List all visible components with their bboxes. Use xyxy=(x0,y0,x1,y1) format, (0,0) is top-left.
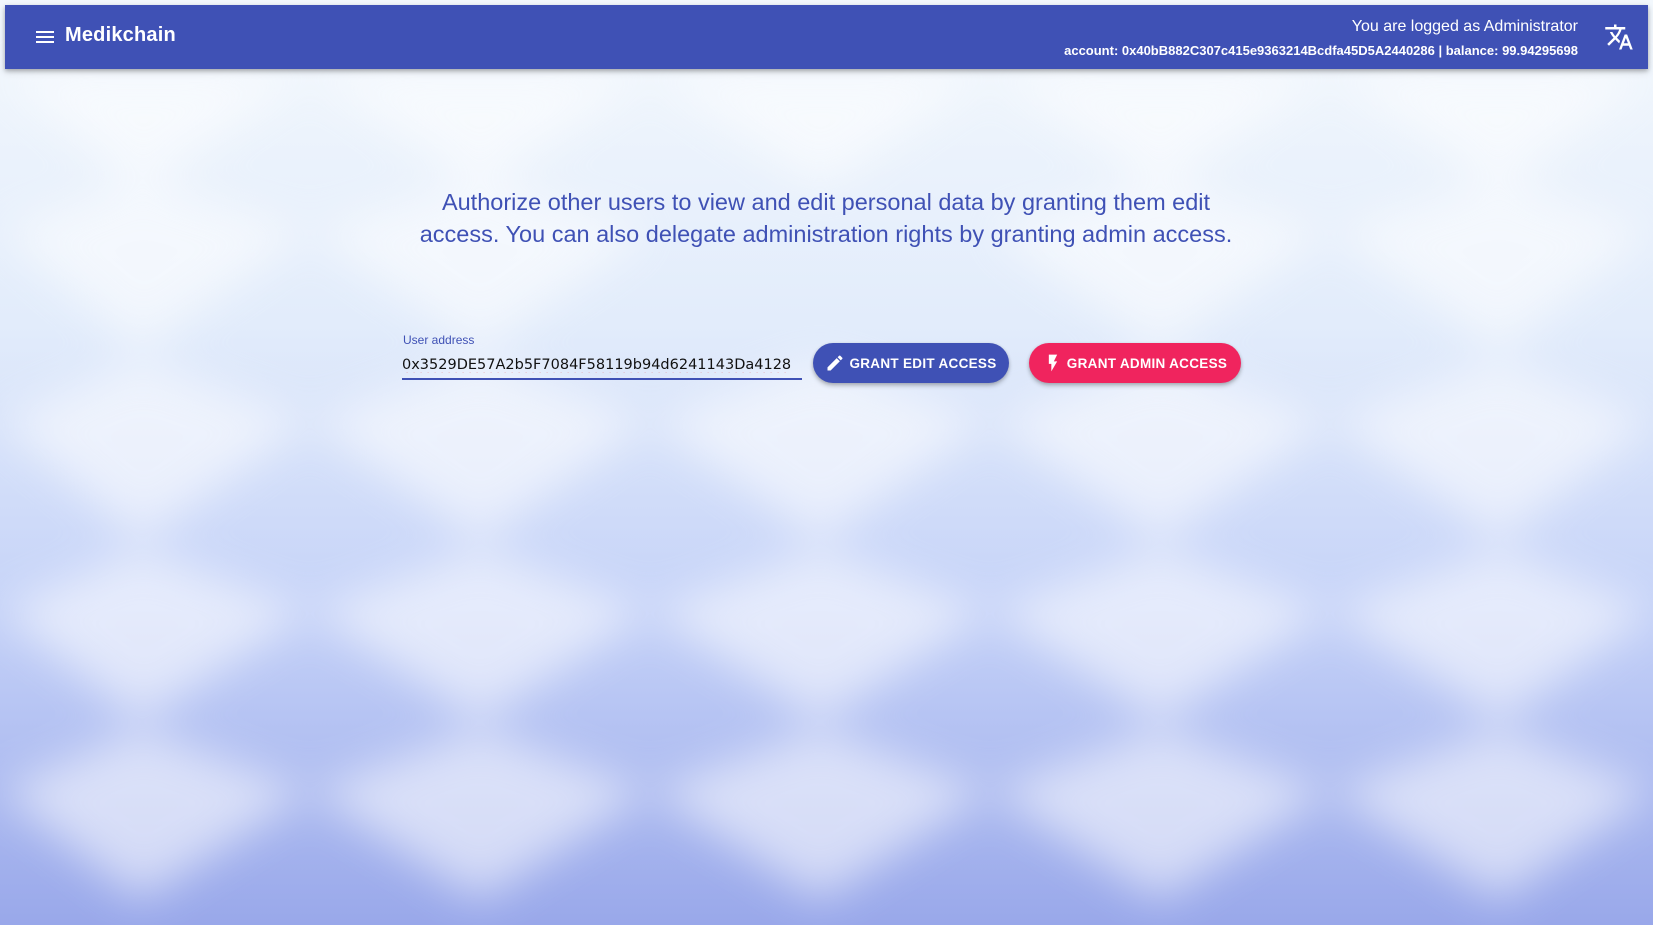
user-address-label: User address xyxy=(403,333,475,347)
app-title: Medikchain xyxy=(65,24,176,46)
grant-edit-access-label: GRANT EDIT ACCESS xyxy=(849,355,997,371)
menu-icon[interactable] xyxy=(29,25,61,49)
pencil-icon xyxy=(827,355,843,371)
top-app-bar: Medikchain You are logged as Administrat… xyxy=(5,5,1648,69)
flash-icon xyxy=(1048,354,1057,372)
grant-edit-access-button[interactable]: GRANT EDIT ACCESS xyxy=(813,343,1009,383)
intro-description: Authorize other users to view and edit p… xyxy=(419,188,1233,247)
account-balance-info: account: 0x40bB882C307c415e9363214Bcdfa4… xyxy=(1064,43,1578,58)
grant-admin-access-label: GRANT ADMIN ACCESS xyxy=(1066,355,1228,371)
login-status: You are logged as Administrator xyxy=(1351,18,1578,35)
grant-admin-access-button[interactable]: GRANT ADMIN ACCESS xyxy=(1029,343,1241,383)
background-pattern xyxy=(0,70,1653,900)
translate-icon[interactable] xyxy=(1604,22,1634,52)
user-address-input[interactable] xyxy=(402,352,802,380)
